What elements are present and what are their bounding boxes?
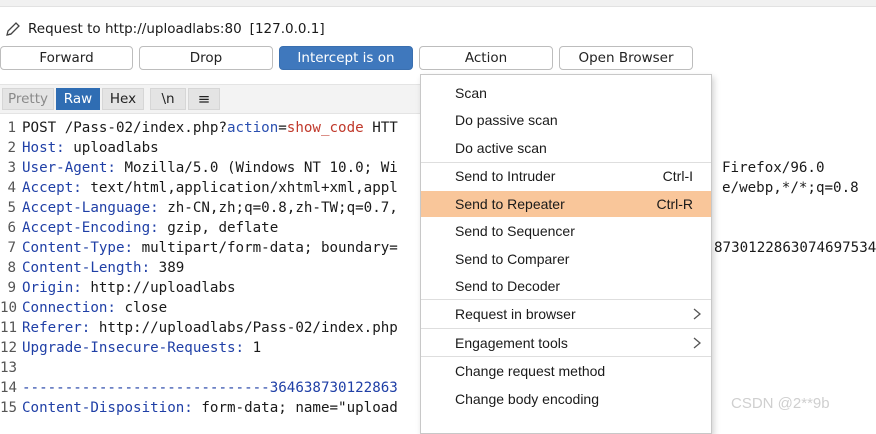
pencil-icon — [6, 22, 20, 36]
menu-item-send-to-intruder[interactable]: Send to Intruder Ctrl-I — [421, 163, 711, 189]
menu-item-request-in-browser[interactable]: Request in browser — [421, 301, 711, 327]
editor-line: 7 Content-Type: multipart/form-data; boun… — [7, 240, 398, 256]
editor-line: 1 POST /Pass-02/index.php?action=show_cod… — [7, 120, 398, 136]
drop-button[interactable]: Drop — [139, 46, 273, 70]
menu-item-scan[interactable]: Scan — [421, 80, 711, 106]
menu-item-passive-scan[interactable]: Do passive scan — [421, 107, 711, 133]
open-browser-button[interactable]: Open Browser — [559, 46, 693, 70]
menu-separator — [421, 356, 711, 357]
editor-line: 5 Accept-Language: zh-CN,zh;q=0.8,zh-TW;q… — [7, 200, 398, 216]
editor-line: 6 Accept-Encoding: gzip, deflate — [7, 220, 279, 236]
editor-line: 4 Accept: text/html,application/xhtml+xml… — [7, 180, 398, 196]
menu-item-engagement-tools[interactable]: Engagement tools — [421, 330, 711, 356]
editor-line: 11 Referer: http://uploadlabs/Pass-02/ind… — [0, 320, 398, 336]
editor-line: 2 Host: uploadlabs — [7, 140, 159, 156]
request-ip: [127.0.0.1] — [249, 21, 325, 37]
top-strip — [0, 0, 876, 7]
tab-raw[interactable]: Raw — [56, 88, 100, 110]
intercept-toggle-button[interactable]: Intercept is on — [279, 46, 413, 70]
editor-line: 8 Content-Length: 389 — [7, 260, 185, 276]
editor-overflow-text: e/webp,*/*;q=0.8 — [722, 180, 859, 196]
menu-item-send-to-repeater[interactable]: Send to Repeater Ctrl-R — [421, 191, 711, 217]
tab-hex[interactable]: Hex — [102, 88, 144, 110]
shortcut-label: Ctrl-R — [656, 196, 693, 212]
editor-line: 12 Upgrade-Insecure-Requests: 1 — [0, 340, 262, 356]
newline-toggle-button[interactable]: \n — [150, 88, 186, 110]
action-button[interactable]: Action — [419, 46, 553, 70]
chevron-right-icon — [693, 308, 701, 320]
editor-overflow-text: Firefox/96.0 — [722, 160, 825, 176]
menu-item-active-scan[interactable]: Do active scan — [421, 135, 711, 161]
menu-item-change-request-method[interactable]: Change request method — [421, 358, 711, 384]
menu-item-send-to-decoder[interactable]: Send to Decoder — [421, 273, 711, 299]
watermark: CSDN @2**9b — [731, 395, 830, 412]
forward-button[interactable]: Forward — [0, 46, 133, 70]
editor-menu-icon[interactable]: ≡ — [188, 88, 220, 110]
editor-line: 9 Origin: http://uploadlabs — [7, 280, 236, 296]
editor-line: 10 Connection: close — [0, 300, 168, 316]
request-title: Request to http://uploadlabs:80 [127.0.0… — [4, 18, 325, 40]
editor-line: 3 User-Agent: Mozilla/5.0 (Windows NT 10.… — [7, 160, 398, 176]
editor-line: 15 Content-Disposition: form-data; name="… — [0, 400, 398, 416]
request-url: Request to http://uploadlabs:80 — [28, 21, 242, 37]
menu-item-change-body-encoding[interactable]: Change body encoding — [421, 386, 711, 412]
shortcut-label: Ctrl-I — [662, 168, 693, 184]
action-context-menu: Scan Do passive scan Do active scan Send… — [420, 74, 712, 434]
menu-separator — [421, 328, 711, 329]
editor-line: 14 -----------------------------364638730… — [0, 380, 398, 396]
view-mode-bar: Pretty Raw Hex \n ≡ — [0, 84, 420, 114]
menu-item-send-to-sequencer[interactable]: Send to Sequencer — [421, 218, 711, 244]
chevron-right-icon — [693, 337, 701, 349]
editor-line: 13 — [0, 360, 18, 376]
menu-item-send-to-comparer[interactable]: Send to Comparer — [421, 246, 711, 272]
editor-overflow-text: 8730122863074697534 — [714, 240, 876, 256]
tab-pretty[interactable]: Pretty — [2, 88, 54, 110]
menu-separator — [421, 299, 711, 300]
